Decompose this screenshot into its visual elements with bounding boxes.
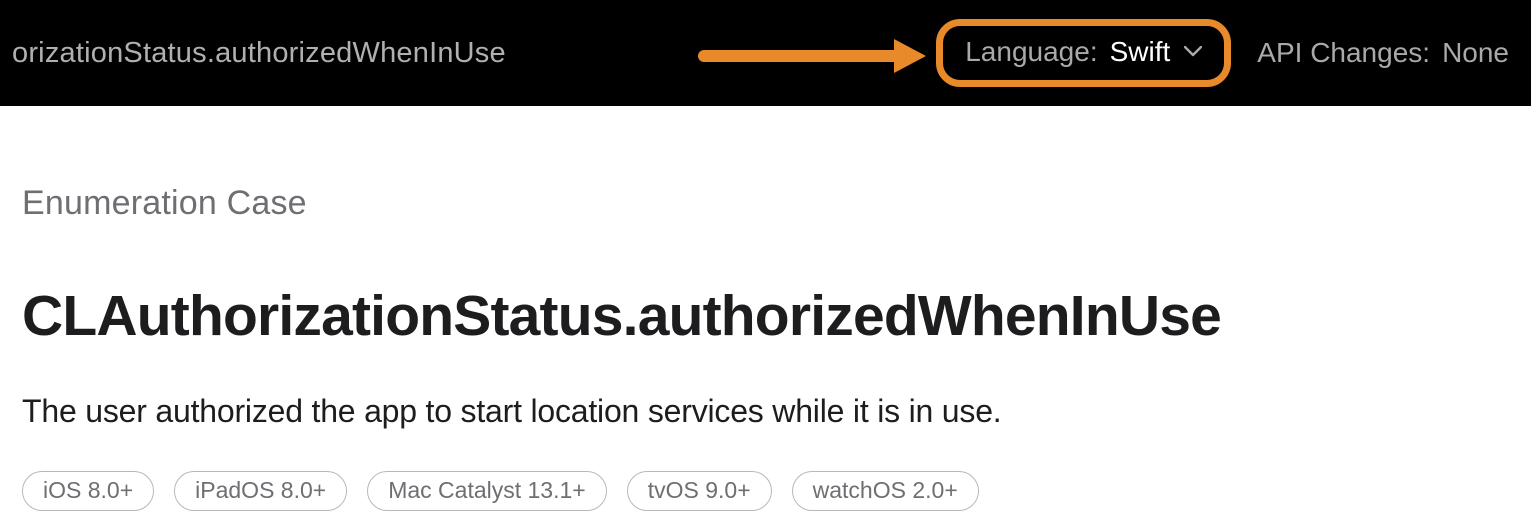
platform-pill: iOS 8.0+ [22, 471, 154, 511]
arrow-annotation [704, 47, 924, 65]
platform-pill: tvOS 9.0+ [627, 471, 772, 511]
page-content: Enumeration Case CLAuthorizationStatus.a… [0, 106, 1531, 531]
api-changes-label: API Changes: [1257, 37, 1430, 69]
platform-pill: watchOS 2.0+ [792, 471, 979, 511]
eyebrow: Enumeration Case [22, 184, 1509, 223]
api-changes-value: None [1442, 37, 1509, 69]
page-summary: The user authorized the app to start loc… [22, 391, 1509, 433]
platform-pill: Mac Catalyst 13.1+ [367, 471, 607, 511]
language-selector[interactable]: Language: Swift [936, 19, 1231, 87]
chevron-down-icon [1184, 46, 1202, 58]
breadcrumb[interactable]: orizationStatus.authorizedWhenInUse [12, 37, 506, 70]
platform-pill: iPadOS 8.0+ [174, 471, 347, 511]
platform-list: iOS 8.0+ iPadOS 8.0+ Mac Catalyst 13.1+ … [22, 471, 1509, 511]
api-changes: API Changes: None [1257, 37, 1509, 69]
language-label: Language: [965, 36, 1097, 68]
topbar-right: Language: Swift API Changes: None [936, 19, 1509, 87]
page-title: CLAuthorizationStatus.authorizedWhenInUs… [22, 283, 1509, 349]
top-bar: orizationStatus.authorizedWhenInUse Lang… [0, 0, 1531, 106]
language-value: Swift [1110, 36, 1171, 68]
